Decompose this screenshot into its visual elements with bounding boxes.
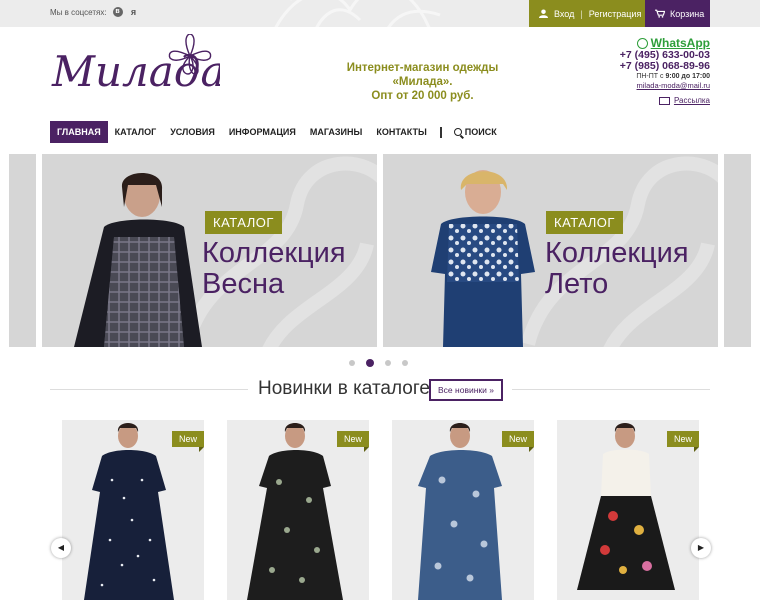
nav-item-terms[interactable]: Условия bbox=[163, 121, 222, 143]
logo-graphic: Милада bbox=[51, 33, 226, 96]
slider-dot[interactable] bbox=[349, 360, 355, 366]
newsletter-label: Рассылка bbox=[673, 96, 710, 105]
newsletter-link[interactable]: Рассылка bbox=[620, 96, 710, 105]
main-nav: Главная Каталог Условия Информация Магаз… bbox=[50, 121, 504, 143]
whatsapp-icon bbox=[636, 37, 648, 49]
nav-item-info[interactable]: Информация bbox=[222, 121, 303, 143]
product-carousel: New New New New bbox=[0, 420, 760, 600]
slide-spring-title: Коллекция Весна bbox=[202, 238, 346, 300]
cart-button[interactable]: Корзина bbox=[645, 0, 710, 27]
login-link[interactable]: Вход bbox=[554, 9, 574, 19]
envelope-icon bbox=[658, 96, 670, 105]
slider-dots bbox=[349, 359, 408, 367]
model-photo-summer bbox=[431, 170, 535, 347]
novelties-title: Новинки в каталоге bbox=[258, 378, 430, 399]
nav-item-catalog[interactable]: Каталог bbox=[108, 121, 164, 143]
product-photo bbox=[577, 423, 675, 590]
product-photo bbox=[247, 423, 343, 600]
product-photo bbox=[418, 423, 502, 600]
auth-block: Вход | Регистрация bbox=[529, 0, 645, 27]
slide-summer[interactable]: КАТАЛОГ Коллекция Лето bbox=[383, 154, 718, 347]
social-block: Мы в соцсетях: в я bbox=[50, 7, 139, 17]
slide-summer-tag: КАТАЛОГ bbox=[546, 211, 623, 234]
phone-2[interactable]: +7 (985) 068-89-96 bbox=[620, 61, 710, 72]
slide-summer-title-line2: Лето bbox=[545, 268, 609, 300]
product-photo bbox=[84, 423, 174, 600]
hours-prefix: ПН-ПТ с bbox=[636, 73, 666, 80]
social-label: Мы в соцсетях: bbox=[50, 7, 107, 17]
whatsapp-label: WhatsApp bbox=[650, 36, 710, 50]
banner-slider: КАТАЛОГ Коллекция Весна КАТАЛОГ Коллекци… bbox=[0, 154, 760, 347]
slider-dot[interactable] bbox=[402, 360, 408, 366]
search-icon bbox=[453, 128, 462, 136]
slide-summer-title-line1: Коллекция bbox=[545, 237, 689, 269]
nav-item-contacts[interactable]: Контакты bbox=[369, 121, 433, 143]
user-icon bbox=[539, 9, 548, 18]
nav-search[interactable]: Поиск bbox=[448, 121, 504, 143]
cart-label: Корзина bbox=[670, 8, 705, 19]
section-divider-left bbox=[50, 389, 248, 390]
new-badge: New bbox=[501, 431, 534, 452]
section-divider-right bbox=[512, 389, 710, 390]
new-badge: New bbox=[336, 431, 369, 452]
slide-summer-title: Коллекция Лето bbox=[545, 238, 689, 300]
nav-item-home[interactable]: Главная bbox=[50, 121, 108, 143]
cart-icon bbox=[655, 9, 665, 18]
search-label: Поиск bbox=[464, 127, 497, 137]
nav-item-shops[interactable]: Магазины bbox=[303, 121, 369, 143]
yandex-icon[interactable]: я bbox=[129, 7, 139, 17]
email-link[interactable]: milada-moda@mail.ru bbox=[620, 81, 710, 90]
whatsapp-link[interactable]: WhatsApp bbox=[620, 36, 710, 50]
carousel-prev-button[interactable]: ◀ bbox=[51, 538, 71, 558]
slogan-line2: Опт от 20 000 руб. bbox=[371, 90, 474, 102]
slider-dot[interactable] bbox=[385, 360, 391, 366]
product-card[interactable]: New bbox=[392, 420, 534, 600]
hours-value: 9:00 до 17:00 bbox=[665, 73, 710, 80]
slide-spring-tag: КАТАЛОГ bbox=[205, 211, 282, 234]
page: Мы в соцсетях: в я Вход | Регистрация Ко… bbox=[0, 0, 760, 600]
slider-dot-active[interactable] bbox=[366, 359, 374, 367]
flower-decoration bbox=[274, 0, 441, 27]
site-logo[interactable]: Милада bbox=[50, 33, 226, 106]
slide-spring-title-line2: Весна bbox=[202, 268, 285, 300]
slide-spring[interactable]: КАТАЛОГ Коллекция Весна bbox=[42, 154, 377, 347]
register-link[interactable]: Регистрация bbox=[589, 9, 642, 19]
slide-partial-left[interactable] bbox=[9, 154, 36, 347]
new-badge: New bbox=[171, 431, 204, 452]
model-photo-spring bbox=[74, 173, 202, 347]
slide-spring-title-line1: Коллекция bbox=[202, 237, 346, 269]
product-card[interactable]: New bbox=[62, 420, 204, 600]
contacts-block: WhatsApp +7 (495) 633-00-03 +7 (985) 068… bbox=[620, 36, 710, 105]
nav-divider bbox=[439, 126, 442, 138]
carousel-next-button[interactable]: ▶ bbox=[691, 538, 711, 558]
product-card[interactable]: New bbox=[227, 420, 369, 600]
vk-icon[interactable]: в bbox=[112, 7, 123, 17]
new-badge: New bbox=[666, 431, 699, 452]
working-hours: ПН-ПТ с 9:00 до 17:00 bbox=[620, 73, 710, 80]
slogan-line1: Интернет-магазин одежды «Милада». bbox=[346, 62, 499, 88]
auth-separator: | bbox=[580, 8, 583, 19]
all-novelties-button[interactable]: Все новинки » bbox=[429, 379, 503, 401]
slide-partial-right[interactable] bbox=[724, 154, 751, 347]
product-card[interactable]: New bbox=[557, 420, 699, 600]
top-bar: Мы в соцсетях: в я Вход | Регистрация Ко… bbox=[0, 0, 760, 27]
store-slogan: Интернет-магазин одежды «Милада». Опт от… bbox=[320, 61, 525, 103]
